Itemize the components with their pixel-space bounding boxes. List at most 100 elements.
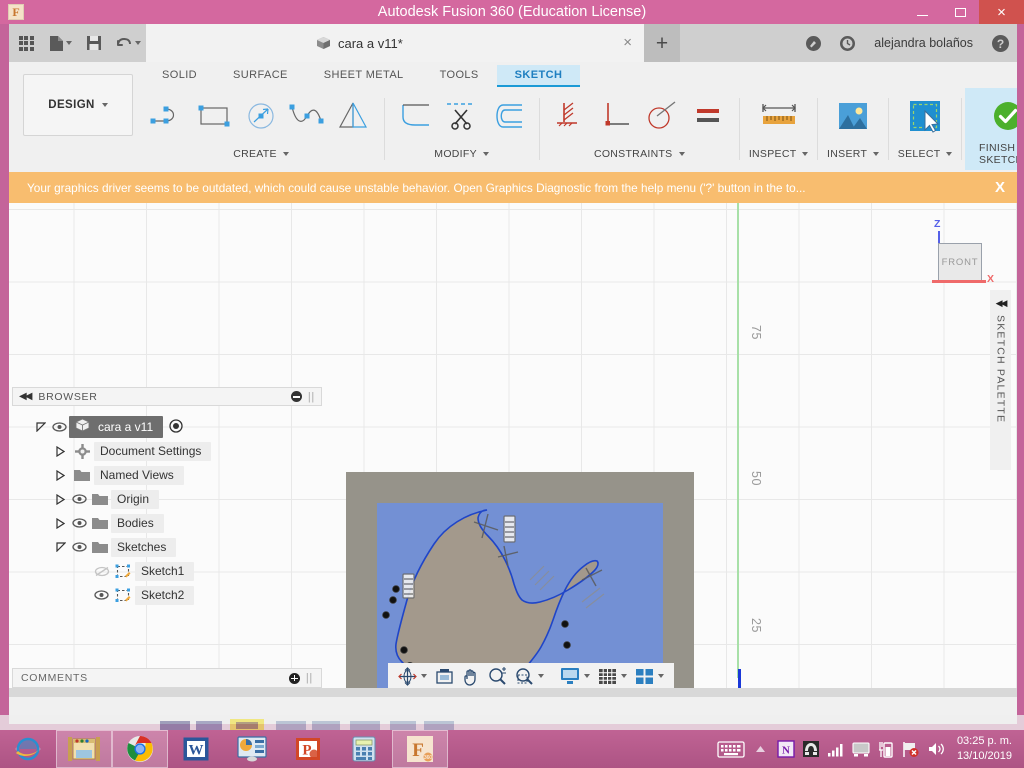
microsoft-word-icon[interactable]: W <box>168 730 224 768</box>
circle-icon[interactable] <box>239 92 283 140</box>
tab-solid[interactable]: SOLID <box>144 65 215 87</box>
viewports-icon[interactable] <box>631 663 668 689</box>
tree-item-sketch2[interactable]: Sketch2 <box>12 583 322 607</box>
tab-close-icon[interactable]: × <box>623 35 632 50</box>
twisty-collapsed-icon[interactable] <box>54 469 67 482</box>
twisty-collapsed-icon[interactable] <box>54 517 67 530</box>
visibility-eye-icon[interactable] <box>50 422 69 432</box>
chevron-down-icon[interactable] <box>282 152 289 156</box>
ribbon-group-finish-sketch[interactable]: FINISH SKETCH <box>965 88 1017 170</box>
visibility-hidden-icon[interactable] <box>92 566 111 577</box>
add-comment-icon[interactable] <box>288 672 300 684</box>
collapse-all-icon[interactable] <box>290 391 302 402</box>
banner-close-icon[interactable]: X <box>995 179 1017 196</box>
network-icon[interactable] <box>826 739 846 759</box>
zoom-window-icon[interactable] <box>511 663 548 689</box>
finish-sketch-check-icon[interactable] <box>986 92 1017 140</box>
internet-explorer-icon[interactable] <box>0 730 56 768</box>
onenote-icon[interactable]: N <box>776 739 796 759</box>
pan-icon[interactable] <box>458 663 484 689</box>
panel-resize-handle[interactable]: || <box>306 672 313 684</box>
tree-item-sketch1[interactable]: Sketch1 <box>12 559 322 583</box>
file-explorer-icon[interactable] <box>56 730 112 768</box>
fillet-icon[interactable] <box>394 92 438 140</box>
visibility-eye-icon[interactable] <box>92 590 111 600</box>
twisty-expanded-icon[interactable] <box>54 541 67 554</box>
display-settings-icon[interactable] <box>556 663 594 689</box>
help-icon[interactable]: ? <box>983 24 1017 62</box>
display-icon[interactable] <box>851 739 871 759</box>
chevron-down-icon[interactable] <box>802 152 809 156</box>
chevron-down-icon[interactable] <box>678 152 685 156</box>
new-tab-button[interactable]: + <box>644 24 680 62</box>
tree-item-sketches[interactable]: Sketches <box>12 535 322 559</box>
app-grid-icon[interactable] <box>9 24 43 62</box>
close-button[interactable]: × <box>979 0 1024 24</box>
visibility-eye-icon[interactable] <box>70 494 89 504</box>
tree-item-origin[interactable]: Origin <box>12 487 322 511</box>
calculator-icon[interactable] <box>336 730 392 768</box>
username-label[interactable]: alejandra bolaños <box>864 36 983 50</box>
comments-panel[interactable]: COMMENTS || <box>12 668 322 688</box>
tab-sheet-metal[interactable]: SHEET METAL <box>306 65 422 87</box>
collapse-right-icon[interactable]: ◀◀ <box>996 298 1008 309</box>
look-at-icon[interactable] <box>431 663 458 689</box>
keyboard-icon[interactable] <box>716 739 746 759</box>
control-panel-icon[interactable] <box>224 730 280 768</box>
measure-icon[interactable] <box>757 92 801 140</box>
rectangle-icon[interactable] <box>193 92 237 140</box>
activate-component-radio[interactable] <box>169 418 183 436</box>
design-canvas[interactable]: 75 50 25 Z FRONT X ◀◀ SKETCH PALETTE ◀◀ … <box>9 203 1017 697</box>
twisty-collapsed-icon[interactable] <box>54 493 67 506</box>
job-status-icon[interactable] <box>830 24 864 62</box>
action-center-icon[interactable] <box>901 739 921 759</box>
collapse-left-icon[interactable]: ◀◀ <box>19 391 32 402</box>
view-cube[interactable]: Z FRONT X <box>925 218 994 293</box>
tree-item-named-views[interactable]: Named Views <box>12 463 322 487</box>
zoom-icon[interactable] <box>484 663 511 689</box>
mirror-icon[interactable] <box>331 92 375 140</box>
powerpoint-icon[interactable]: P <box>280 730 336 768</box>
chevron-down-icon[interactable] <box>946 152 953 156</box>
equal-constraint-icon[interactable] <box>686 92 730 140</box>
battery-icon[interactable] <box>876 739 896 759</box>
undo-icon[interactable] <box>111 24 145 62</box>
chevron-down-icon[interactable] <box>658 674 664 678</box>
volume-icon[interactable] <box>926 739 946 759</box>
tree-item-document-settings[interactable]: Document Settings <box>12 439 322 463</box>
tab-tools[interactable]: TOOLS <box>422 65 497 87</box>
chevron-down-icon[interactable] <box>873 152 880 156</box>
chevron-down-icon[interactable] <box>621 674 627 678</box>
tree-item-bodies[interactable]: Bodies <box>12 511 322 535</box>
offset-icon[interactable] <box>486 92 530 140</box>
tangent-constraint-icon[interactable] <box>548 92 592 140</box>
chevron-down-icon[interactable] <box>482 152 489 156</box>
visibility-eye-icon[interactable] <box>70 542 89 552</box>
view-cube-front-face[interactable]: FRONT <box>938 243 982 281</box>
coincident-constraint-icon[interactable] <box>640 92 684 140</box>
maximize-button[interactable] <box>941 0 979 24</box>
extension-icon[interactable] <box>796 24 830 62</box>
insert-image-icon[interactable] <box>831 92 875 140</box>
tab-sketch[interactable]: SKETCH <box>496 65 581 87</box>
tree-item-root[interactable]: cara a v11 <box>12 415 322 439</box>
chevron-down-icon[interactable] <box>421 674 427 678</box>
antivirus-icon[interactable] <box>801 739 821 759</box>
perpendicular-constraint-icon[interactable] <box>594 92 638 140</box>
twisty-collapsed-icon[interactable] <box>54 445 67 458</box>
trim-icon[interactable] <box>440 92 484 140</box>
document-tab[interactable]: cara a v11* × <box>146 24 644 62</box>
line-icon[interactable] <box>147 92 191 140</box>
select-cursor-icon[interactable] <box>903 92 947 140</box>
spline-icon[interactable] <box>285 92 329 140</box>
orbit-icon[interactable] <box>394 663 431 689</box>
sketch-palette-panel[interactable]: ◀◀ SKETCH PALETTE <box>990 290 1011 470</box>
workspace-switcher[interactable]: DESIGN <box>23 74 133 136</box>
chevron-down-icon[interactable] <box>538 674 544 678</box>
visibility-eye-icon[interactable] <box>70 518 89 528</box>
new-document-icon[interactable] <box>43 24 77 62</box>
show-hidden-icon[interactable] <box>751 739 771 759</box>
grid-snaps-icon[interactable] <box>594 663 631 689</box>
minimize-button[interactable] <box>903 0 941 24</box>
chevron-down-icon[interactable] <box>584 674 590 678</box>
